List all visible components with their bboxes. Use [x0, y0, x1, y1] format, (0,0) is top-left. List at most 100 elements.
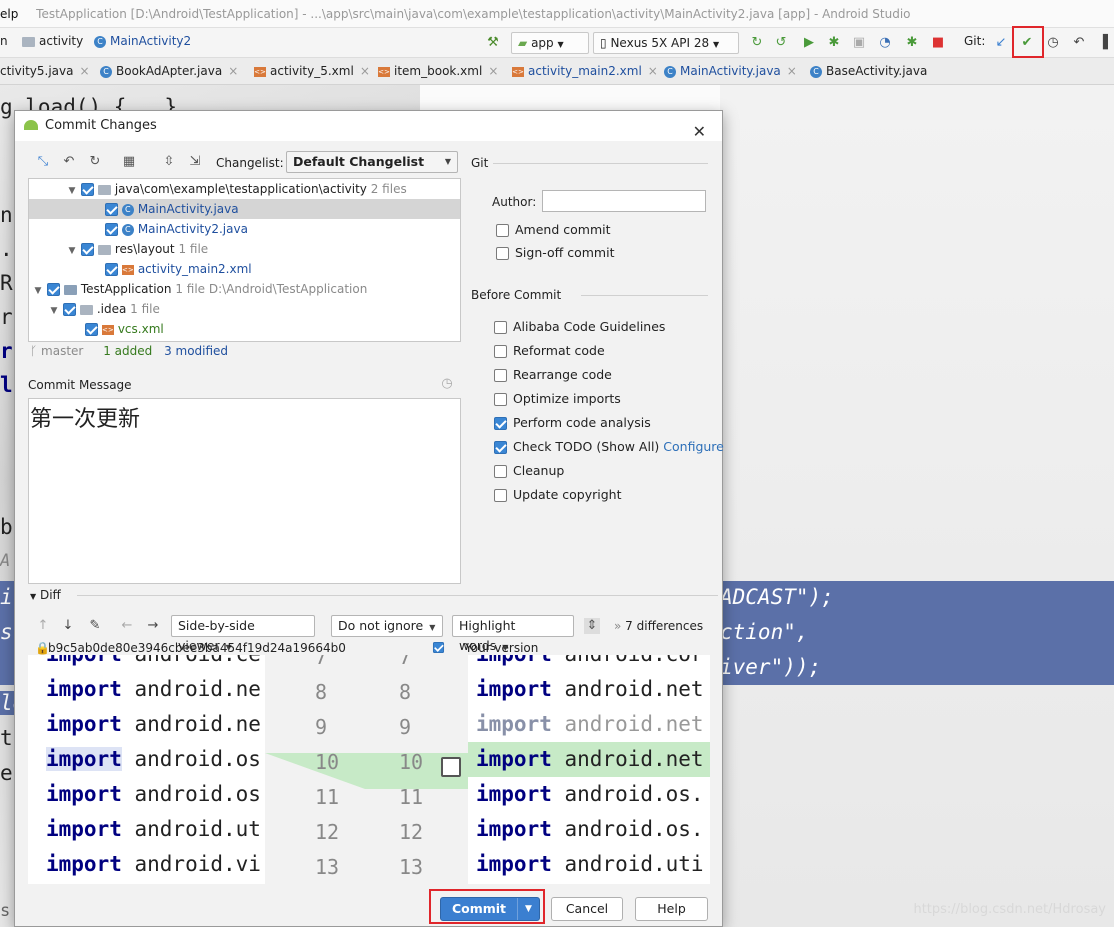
breadcrumb-activity[interactable]: activity — [22, 34, 83, 48]
stop-icon[interactable]: ■ — [930, 35, 946, 51]
tree-row[interactable]: <> activity_main2.xml — [29, 259, 460, 279]
option-update-copyright[interactable]: Update copyright — [494, 485, 621, 505]
diff-right-pane[interactable]: import android.cor import android.net im… — [468, 655, 710, 884]
expand-all-icon[interactable]: ⇳ — [161, 154, 177, 170]
next-diff-icon[interactable]: ↓ — [60, 618, 76, 634]
collapse-unchanged-icon[interactable]: ⇕ — [584, 618, 600, 634]
chevron-down-icon[interactable]: ▼ — [67, 181, 77, 201]
commit-message-input[interactable]: 第一次更新 — [28, 398, 461, 584]
close-icon[interactable]: × — [79, 64, 89, 78]
chevron-down-icon[interactable]: ▼ — [49, 301, 59, 321]
tab-bookadapter[interactable]: C BookAdApter.java × — [100, 64, 238, 78]
tree-row[interactable]: ▼ TestApplication 1 file D:\Android\Test… — [29, 279, 460, 299]
chevron-down-icon[interactable]: ▼ — [33, 281, 43, 301]
apply-changes-icon[interactable]: ↻ — [749, 35, 765, 51]
tree-checkbox[interactable] — [80, 243, 94, 256]
debug-icon[interactable]: ✱ — [826, 35, 842, 51]
tree-checkbox[interactable] — [105, 203, 118, 216]
include-change-checkbox[interactable] — [441, 757, 461, 777]
option-checkbox[interactable] — [494, 321, 507, 334]
option-checkbox[interactable] — [494, 393, 507, 406]
signoff-checkbox[interactable] — [496, 247, 509, 260]
chevron-down-icon[interactable]: ▼ — [30, 592, 36, 601]
device-select[interactable]: ▯ Nexus 5X API 28 ▼ — [593, 32, 739, 54]
tree-checkbox[interactable] — [80, 183, 94, 196]
diff-left-pane[interactable]: import android.ce import android.ne impo… — [28, 655, 265, 884]
prev-diff-icon[interactable]: ↑ — [35, 618, 51, 634]
changelist-select[interactable]: Default Changelist ▼ — [286, 151, 458, 173]
message-history-icon[interactable]: ◷ — [439, 376, 455, 392]
tree-checkbox[interactable] — [105, 263, 118, 276]
run-config-select[interactable]: ▰ app ▼ — [511, 32, 589, 54]
close-icon[interactable]: × — [488, 64, 498, 78]
close-icon[interactable]: × — [648, 64, 658, 78]
breadcrumb-class[interactable]: C MainActivity2 — [94, 34, 191, 48]
tab-mainactivity[interactable]: C MainActivity.java × — [664, 64, 797, 78]
forward-icon[interactable]: → — [145, 618, 161, 634]
rollback-icon[interactable]: ↶ — [61, 154, 77, 170]
help-button[interactable]: Help — [635, 897, 708, 921]
author-input[interactable] — [542, 190, 706, 212]
tree-checkbox[interactable] — [85, 323, 98, 336]
tree-row[interactable]: <> vcs.xml — [29, 319, 460, 339]
amend-commit-option[interactable]: Amend commit — [496, 220, 611, 240]
edit-source-icon[interactable]: ✎ — [87, 618, 103, 634]
tree-checkbox[interactable] — [46, 283, 60, 296]
tab-activity5[interactable]: ctivity5.java × — [0, 64, 90, 78]
tab-activity-5-xml[interactable]: <> activity_5.xml × — [254, 64, 370, 78]
build-hammer-icon[interactable]: ⚒ — [485, 35, 501, 51]
close-icon[interactable]: × — [360, 64, 370, 78]
tab-item-book-xml[interactable]: <> item_book.xml × — [378, 64, 498, 78]
include-checkbox[interactable] — [432, 641, 445, 654]
breadcrumb-prev[interactable]: n — [0, 34, 8, 48]
tree-row[interactable]: C MainActivity.java — [29, 199, 460, 219]
option-checkbox[interactable] — [494, 369, 507, 382]
option-reformat-code[interactable]: Reformat code — [494, 341, 605, 361]
option-check-todo[interactable]: Check TODO (Show All) Configure — [494, 437, 724, 457]
refresh-icon[interactable]: ↻ — [87, 154, 103, 170]
amend-checkbox[interactable] — [496, 224, 509, 237]
show-diff-icon[interactable]: ⤡ — [35, 154, 51, 170]
option-alibaba-guidelines[interactable]: Alibaba Code Guidelines — [494, 317, 665, 337]
run-icon[interactable]: ▶ — [801, 35, 817, 51]
changes-tree[interactable]: ▼ java\com\example\testapplication\activ… — [28, 178, 461, 342]
configure-link[interactable]: Configure — [663, 439, 724, 454]
tab-activity-main2-xml[interactable]: <> activity_main2.xml × — [512, 64, 658, 78]
viewer-select[interactable]: Side-by-side viewer ▼ — [171, 615, 315, 653]
collapse-all-icon[interactable]: ⇲ — [187, 154, 203, 170]
option-optimize-imports[interactable]: Optimize imports — [494, 389, 621, 409]
whitespace-select[interactable]: Do not ignore ▼ — [331, 615, 443, 637]
option-checkbox[interactable] — [494, 417, 507, 430]
tree-checkbox[interactable] — [105, 223, 118, 236]
apply-code-changes-icon[interactable]: ↺ — [773, 35, 789, 51]
highlight-select[interactable]: Highlight words ▼ — [452, 615, 574, 653]
option-cleanup[interactable]: Cleanup — [494, 461, 564, 481]
git-update-icon[interactable]: ↙ — [993, 35, 1009, 51]
close-icon[interactable]: × — [787, 64, 797, 78]
back-icon[interactable]: ← — [119, 618, 135, 634]
git-rollback-icon[interactable]: ↶ — [1071, 35, 1087, 51]
diff-toggle[interactable]: ▼ Diff — [30, 588, 61, 602]
attach-debugger-icon[interactable]: ✱ — [904, 35, 920, 51]
option-checkbox[interactable] — [494, 465, 507, 478]
profile-icon[interactable]: ◔ — [877, 35, 893, 51]
project-structure-icon[interactable]: ▌ — [1100, 35, 1114, 51]
cancel-button[interactable]: Cancel — [551, 897, 623, 921]
tree-row[interactable]: ▼ java\com\example\testapplication\activ… — [29, 179, 460, 199]
option-perform-code-analysis[interactable]: Perform code analysis — [494, 413, 651, 433]
git-history-icon[interactable]: ◷ — [1045, 35, 1061, 51]
close-icon[interactable]: × — [228, 64, 238, 78]
tree-row[interactable]: C MainActivity2.java — [29, 219, 460, 239]
tree-row[interactable]: ▼ .idea 1 file — [29, 299, 460, 319]
close-icon[interactable]: ✕ — [693, 117, 706, 147]
chevron-down-icon[interactable]: ▼ — [67, 241, 77, 261]
option-rearrange-code[interactable]: Rearrange code — [494, 365, 612, 385]
group-by-icon[interactable]: ▦ — [121, 154, 137, 170]
tree-checkbox[interactable] — [62, 303, 76, 316]
tab-baseactivity[interactable]: C BaseActivity.java — [810, 64, 927, 78]
option-checkbox[interactable] — [494, 489, 507, 502]
menu-help[interactable]: elp — [0, 7, 18, 21]
option-checkbox[interactable] — [494, 441, 507, 454]
signoff-commit-option[interactable]: Sign-off commit — [496, 243, 615, 263]
tree-row[interactable]: ▼ res\layout 1 file — [29, 239, 460, 259]
